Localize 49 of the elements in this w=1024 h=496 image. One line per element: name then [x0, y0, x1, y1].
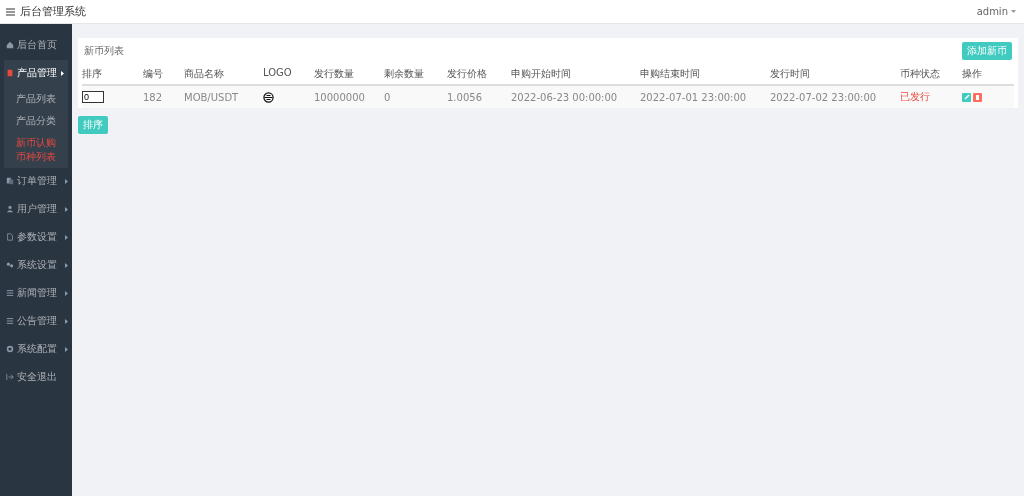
caret-icon: [65, 318, 68, 324]
table-cell: 182: [143, 91, 163, 103]
menu-item-icon: [6, 289, 14, 297]
caret-icon: [65, 262, 68, 268]
menu-item-icon: [6, 69, 14, 77]
delete-button[interactable]: [973, 92, 982, 102]
menu-icon[interactable]: [6, 7, 15, 16]
app-title: 后台管理系统: [20, 4, 86, 19]
sidebar-item[interactable]: 安全退出: [0, 364, 72, 390]
table-cell: MOB/USDT: [184, 91, 239, 103]
caret-icon: [65, 234, 68, 240]
table-cell: 1.0056: [447, 91, 482, 103]
caret-icon: [61, 70, 64, 76]
caret-icon: [1011, 10, 1016, 13]
submenu-item[interactable]: 产品分类: [4, 110, 68, 132]
menu-item-icon: [6, 345, 14, 353]
menu-item-icon: [6, 41, 14, 49]
sidebar-item[interactable]: 系统配置: [0, 336, 72, 362]
menu-item-icon: [6, 261, 14, 269]
table-cell: 10000000: [314, 91, 365, 103]
status-text: 已发行: [900, 90, 930, 104]
caret-icon: [65, 346, 68, 352]
menu-item-icon: [6, 373, 14, 381]
trash-icon: [975, 94, 980, 100]
caret-icon: [65, 206, 68, 212]
panel-title: 新币列表: [84, 44, 124, 58]
sidebar-item[interactable]: 用户管理: [0, 196, 72, 222]
pencil-icon: [963, 94, 970, 100]
sidebar-item[interactable]: 新闻管理: [0, 280, 72, 306]
menu-item-icon: [6, 205, 14, 213]
edit-button[interactable]: [962, 92, 971, 102]
sidebar-item[interactable]: 公告管理: [0, 308, 72, 334]
menu-item-icon: [6, 233, 14, 241]
sidebar-item[interactable]: 参数设置: [0, 224, 72, 250]
caret-icon: [65, 290, 68, 296]
table-cell: 0: [384, 91, 391, 103]
submenu-item[interactable]: 产品列表: [4, 88, 68, 110]
sort-input[interactable]: 0: [82, 91, 104, 103]
caret-icon: [65, 178, 68, 184]
sidebar-item[interactable]: 后台首页: [0, 32, 72, 58]
table-cell: 2022-07-01 23:00:00: [640, 91, 747, 103]
user-menu[interactable]: admin: [976, 6, 1016, 17]
coin-logo-icon: [263, 91, 274, 103]
sidebar-item[interactable]: 订单管理: [0, 168, 72, 194]
table-cell: 2022-07-02 23:00:00: [770, 91, 877, 103]
menu-item-icon: [6, 317, 14, 325]
menu-item-icon: [6, 177, 14, 185]
table-cell: 2022-06-23 00:00:00: [511, 91, 618, 103]
sidebar-item[interactable]: 系统设置: [0, 252, 72, 278]
